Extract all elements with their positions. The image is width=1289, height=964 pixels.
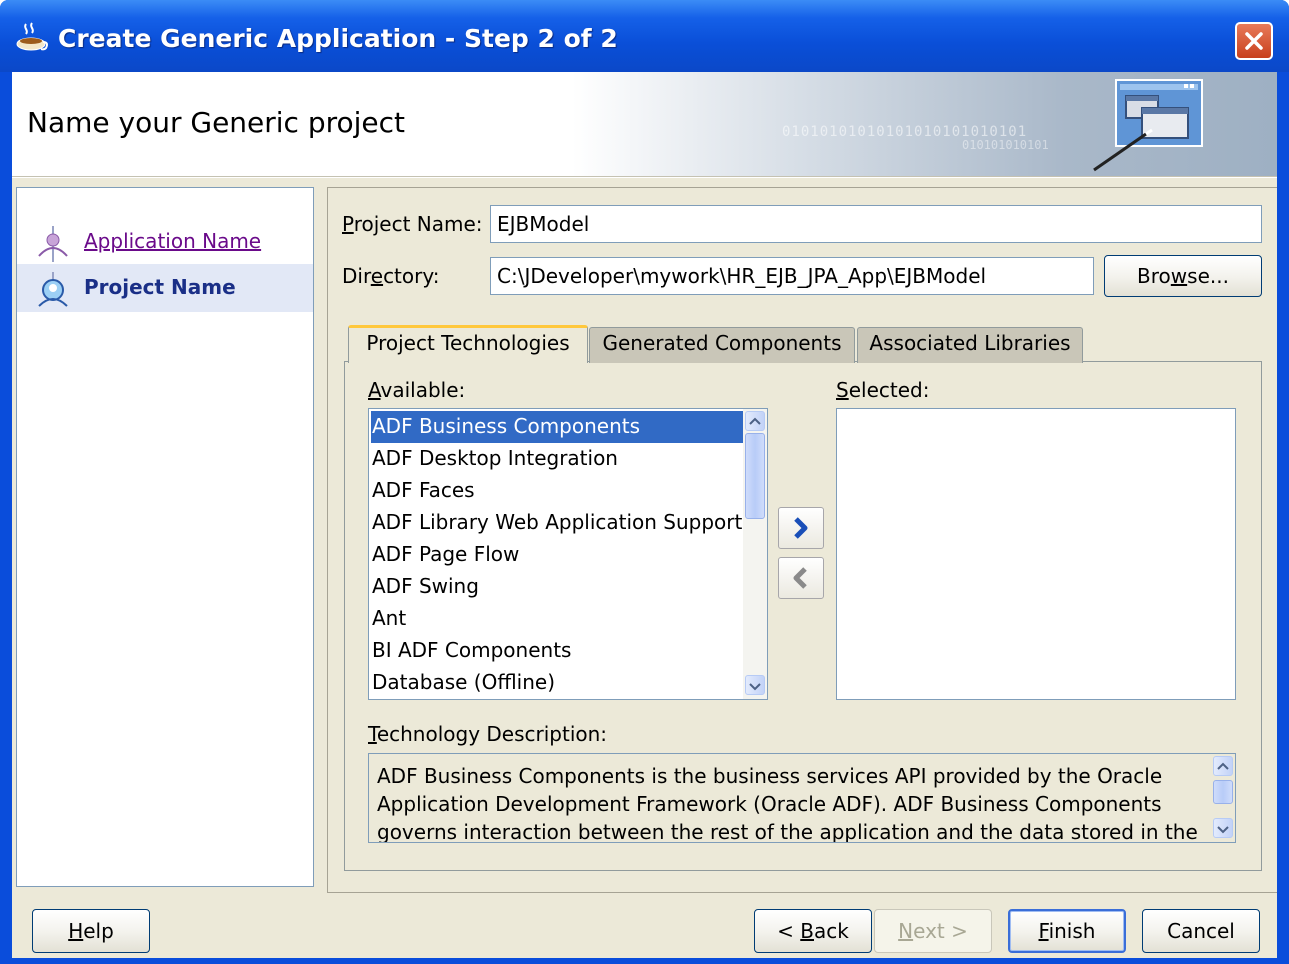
finish-button[interactable]: Finish <box>1008 909 1126 953</box>
scroll-down-button[interactable] <box>1213 818 1233 838</box>
scroll-up-button[interactable] <box>745 411 765 431</box>
header-separator <box>12 176 1277 178</box>
windows-wizard-graphic <box>1093 79 1203 172</box>
description-scrollbar[interactable] <box>1211 754 1235 842</box>
header-binary-decoration-2: 010101010101 <box>962 138 1049 152</box>
technology-description-label: Technology Description: <box>368 722 608 746</box>
scroll-thumb[interactable] <box>1213 780 1233 804</box>
chevron-down-icon <box>1217 826 1229 834</box>
add-technology-button[interactable] <box>778 507 824 549</box>
back-button[interactable]: < Back <box>754 909 872 953</box>
technology-description-text: ADF Business Components is the business … <box>377 764 1198 843</box>
dialog-window: Create Generic Application - Step 2 of 2… <box>0 0 1289 964</box>
remove-technology-button[interactable] <box>778 557 824 599</box>
help-button[interactable]: Help <box>32 909 150 953</box>
chevron-down-icon <box>749 683 761 691</box>
list-item[interactable]: ADF Page Flow <box>371 539 519 571</box>
nav-item-project-name[interactable]: Project Name <box>17 264 313 312</box>
close-icon <box>1245 32 1263 50</box>
cancel-button[interactable]: Cancel <box>1142 909 1260 953</box>
list-item[interactable]: Ant <box>371 603 406 635</box>
directory-label: Directory: <box>342 264 440 288</box>
title-bar[interactable]: Create Generic Application - Step 2 of 2 <box>0 0 1289 72</box>
coffee-cup-icon <box>16 22 48 51</box>
window-title: Create Generic Application - Step 2 of 2 <box>58 24 618 53</box>
list-item[interactable]: ADF Faces <box>371 475 475 507</box>
browse-button[interactable]: Browse... <box>1104 255 1262 297</box>
available-label: Available: <box>368 378 466 402</box>
tab-generated-components[interactable]: Generated Components <box>589 327 855 363</box>
scroll-down-button[interactable] <box>745 675 765 695</box>
list-item[interactable]: ADF Business Components <box>371 411 743 443</box>
list-item[interactable]: ADF Swing <box>371 571 479 603</box>
chevron-right-icon <box>794 517 808 539</box>
wizard-step-nav: Application Name Project Name <box>16 187 314 887</box>
nav-item-application-name[interactable]: Application Name <box>17 218 313 266</box>
page-title: Name your Generic project <box>27 106 406 139</box>
chevron-left-icon <box>793 567 807 589</box>
project-name-label: Project Name: <box>342 212 483 236</box>
nav-item-label[interactable]: Application Name <box>84 229 261 253</box>
tab-associated-libraries[interactable]: Associated Libraries <box>857 327 1083 363</box>
project-name-input[interactable]: EJBModel <box>490 205 1262 243</box>
close-button[interactable] <box>1235 22 1273 60</box>
scroll-thumb[interactable] <box>745 433 765 519</box>
nav-item-label: Project Name <box>84 275 236 299</box>
list-item[interactable]: ADF Library Web Application Support <box>371 507 742 539</box>
list-item[interactable]: ADF Desktop Integration <box>371 443 618 475</box>
chevron-up-icon <box>749 417 761 425</box>
scroll-up-button[interactable] <box>1213 756 1233 776</box>
available-list-scrollbar[interactable] <box>743 409 767 699</box>
directory-input[interactable]: C:\JDeveloper\mywork\HR_EJB_JPA_App\EJBM… <box>490 257 1094 295</box>
list-item[interactable]: BI ADF Components <box>371 635 571 667</box>
tab-project-technologies[interactable]: Project Technologies <box>348 325 588 363</box>
selected-label: Selected: <box>836 378 930 402</box>
next-button[interactable]: Next > <box>874 909 992 953</box>
chevron-up-icon <box>1217 762 1229 770</box>
wizard-header: 01010101010101010101010101 010101010101 … <box>12 72 1277 176</box>
technology-description-box[interactable]: ADF Business Components is the business … <box>368 753 1236 843</box>
available-technologies-list[interactable]: ADF Business Components ADF Desktop Inte… <box>368 408 768 700</box>
list-item[interactable]: Database (Offline) <box>371 667 555 699</box>
magnifier-node-icon <box>38 272 68 307</box>
person-node-icon <box>38 226 68 262</box>
selected-technologies-list[interactable] <box>836 408 1236 700</box>
